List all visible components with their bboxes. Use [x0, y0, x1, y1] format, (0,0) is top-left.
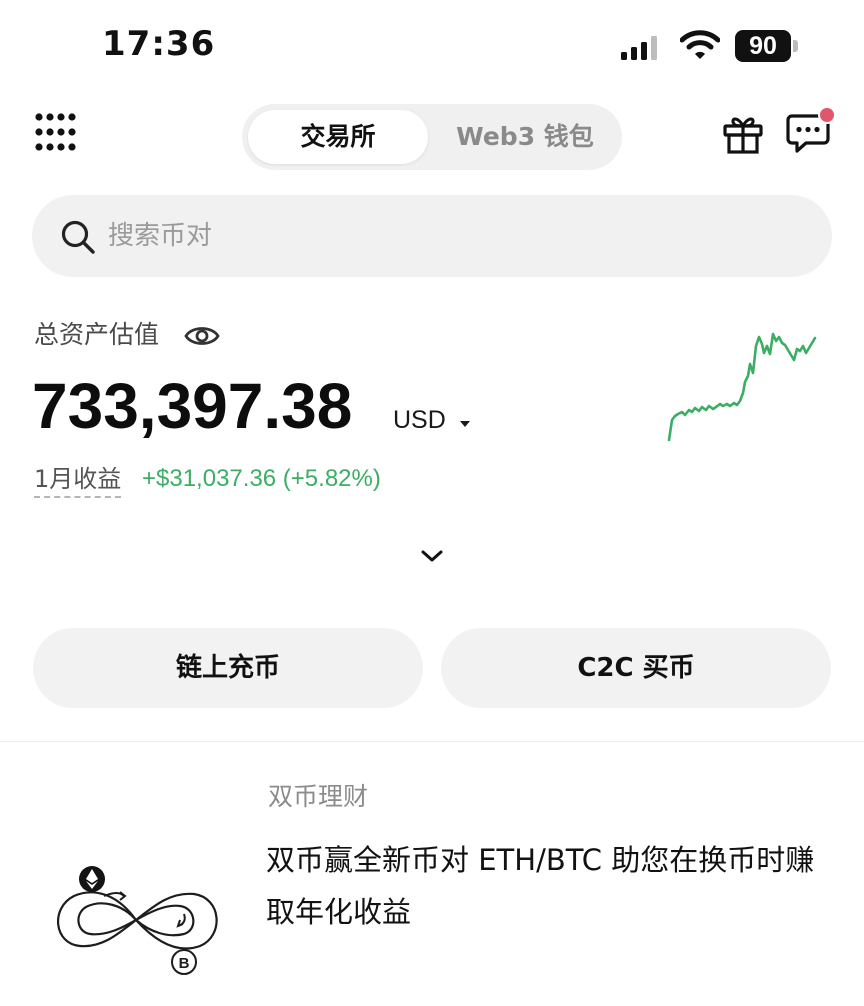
- currency-label: USD: [393, 406, 446, 434]
- status-bar: 17:36 90: [0, 0, 864, 90]
- svg-text:B: B: [179, 955, 190, 972]
- cellular-signal-icon: [621, 36, 657, 60]
- wifi-icon: [680, 30, 720, 59]
- tab-exchange[interactable]: 交易所: [248, 110, 428, 164]
- mode-switcher: 交易所 Web3 钱包: [242, 104, 622, 170]
- infinity-exchange-icon: B: [57, 866, 218, 975]
- chevron-down-icon[interactable]: [420, 548, 444, 564]
- monthly-pnl-value: +$31,037.36 (+5.82%): [142, 465, 381, 492]
- notification-badge: [818, 106, 836, 124]
- asset-trend-sparkline: [667, 332, 817, 442]
- battery-tip: [793, 40, 798, 52]
- c2c-buy-button[interactable]: C2C 买币: [441, 628, 831, 708]
- promo-title: 双币赢全新币对 ETH/BTC 助您在换币时赚取年化收益: [266, 843, 815, 929]
- tab-web3-wallet[interactable]: Web3 钱包: [432, 110, 618, 164]
- currency-selector[interactable]: USD: [393, 403, 471, 437]
- dual-investment-promo-card[interactable]: B 双币理财 双币赢全新币对 ETH/BTC 助您在换币时赚取年化收益: [0, 742, 864, 1006]
- search-placeholder: 搜索币对: [108, 221, 213, 251]
- monthly-pnl-label[interactable]: 1月收益: [34, 462, 122, 498]
- battery-indicator: 90: [735, 30, 791, 62]
- gift-icon[interactable]: [722, 113, 764, 155]
- onchain-deposit-button[interactable]: 链上充币: [33, 628, 423, 708]
- search-icon: [61, 220, 95, 254]
- caret-down-icon: [459, 420, 470, 427]
- menu-grid-icon[interactable]: [34, 112, 76, 154]
- app-screen: 17:36 90 交易所 Web3 钱包 搜索币对 总资产估值 733,397.…: [0, 0, 864, 1006]
- search-input[interactable]: 搜索币对: [32, 195, 832, 277]
- status-time: 17:36: [102, 24, 216, 64]
- eye-icon[interactable]: [184, 322, 220, 350]
- total-assets-value: 733,397.38: [32, 370, 353, 442]
- promo-tag: 双币理财: [268, 782, 369, 811]
- total-assets-label: 总资产估值: [34, 320, 160, 349]
